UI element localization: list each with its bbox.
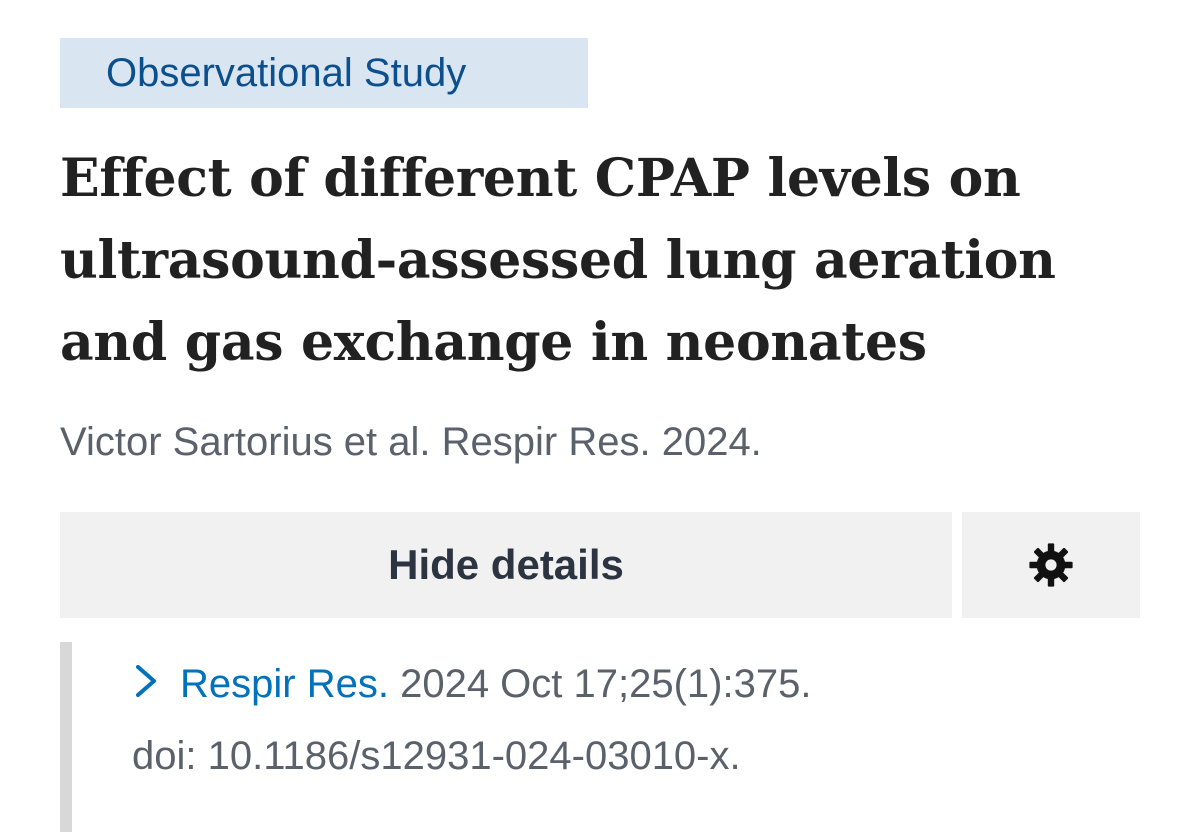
citation-details: Respir Res. 2024 Oct 17;25(1):375. doi: … <box>60 642 1160 832</box>
citation-line: Respir Res. 2024 Oct 17;25(1):375. <box>132 656 811 712</box>
publication-type-badge: Observational Study <box>60 38 588 108</box>
journal-link[interactable]: Respir Res. <box>180 662 389 706</box>
hide-details-button[interactable]: Hide details <box>60 512 952 618</box>
article-title: Effect of different CPAP levels on ultra… <box>60 148 1056 373</box>
gear-icon <box>1029 543 1073 587</box>
doi-text: doi: 10.1186/s12931-024-03010-x. <box>132 734 741 778</box>
chevron-right-icon[interactable] <box>132 661 162 701</box>
issue-info: 2024 Oct 17;25(1):375. <box>400 662 812 706</box>
authors-line: Victor Sartorius et al. Respir Res. 2024… <box>60 420 762 464</box>
settings-button[interactable] <box>962 512 1140 618</box>
